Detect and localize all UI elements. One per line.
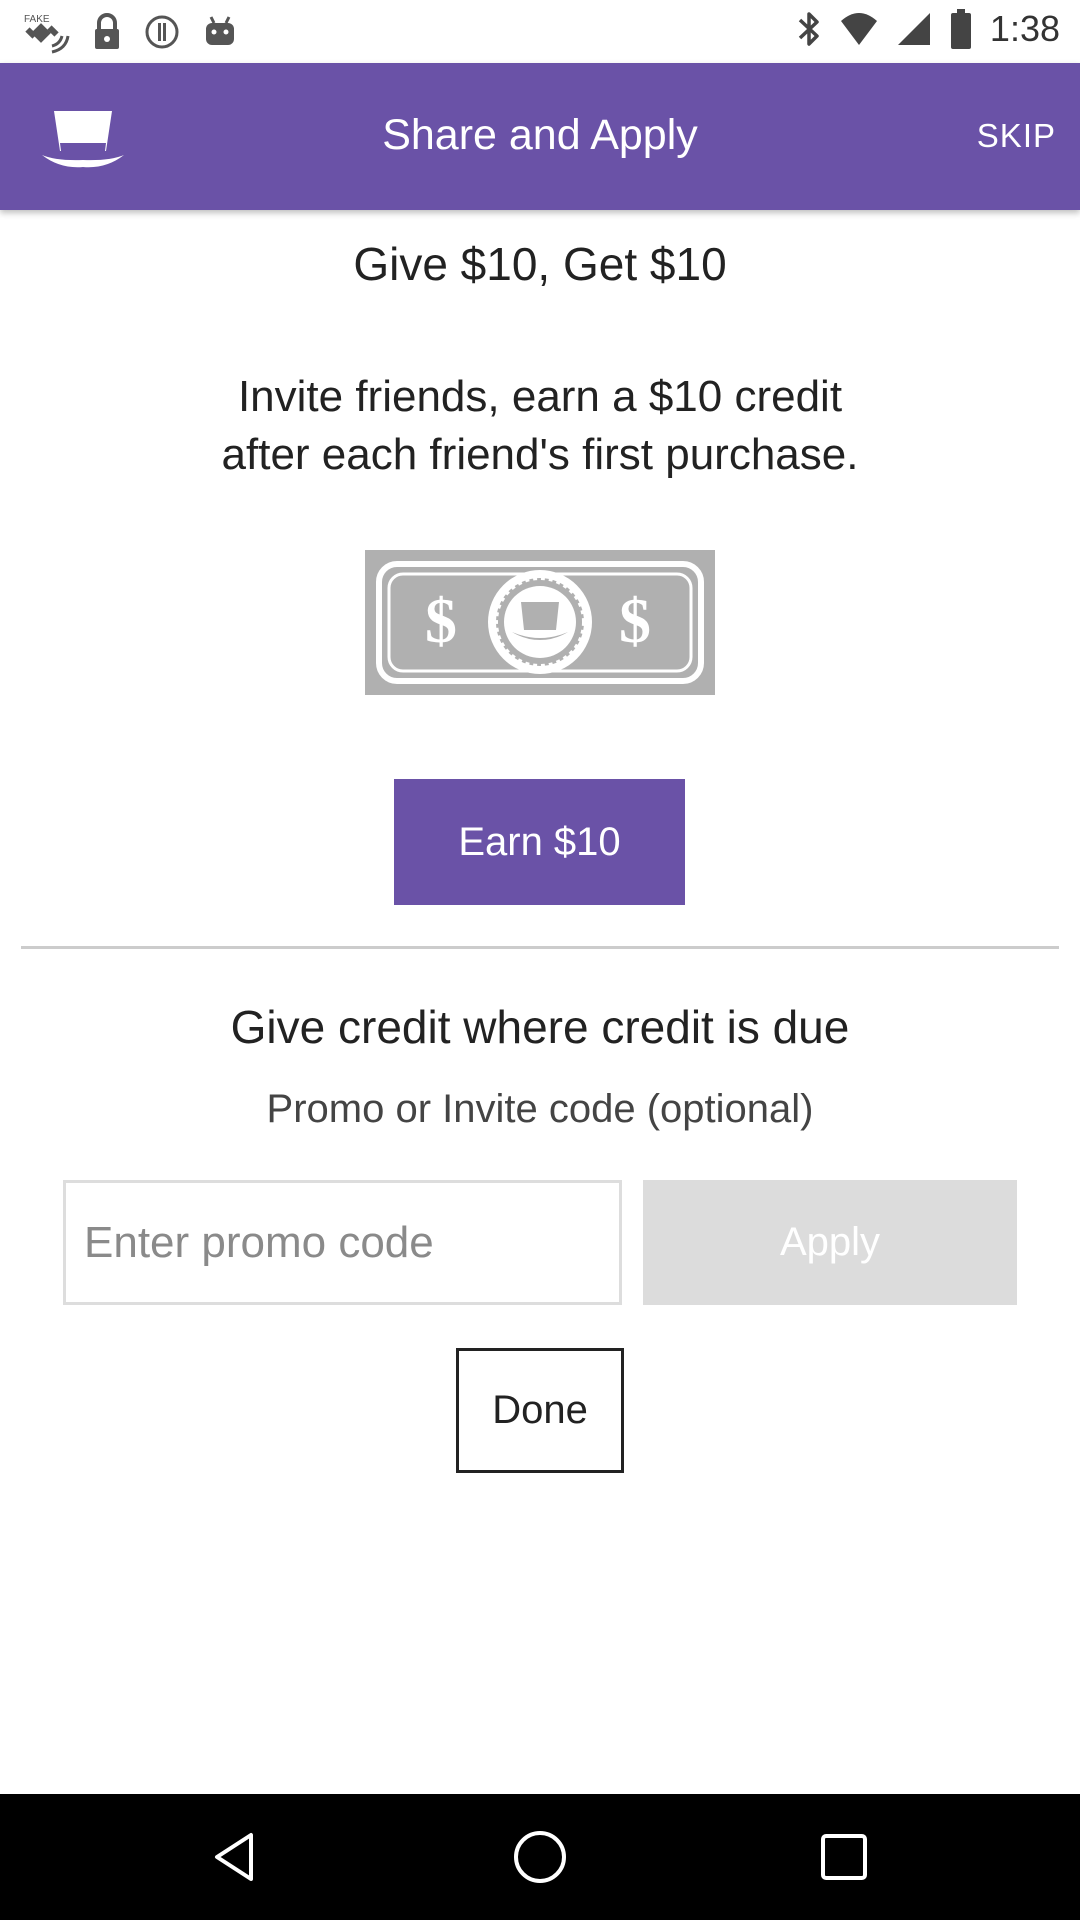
- wifi-icon: [840, 13, 877, 45]
- earn-button[interactable]: Earn $10: [394, 779, 685, 905]
- referral-description: Invite friends, earn a $10 credit after …: [0, 368, 1080, 484]
- android-icon: [206, 16, 234, 45]
- promo-code-input[interactable]: [63, 1180, 622, 1305]
- signal-icon: [897, 13, 930, 45]
- dollar-bill-icon: $ $: [365, 550, 715, 695]
- battery-icon: [950, 9, 971, 49]
- back-triangle-icon[interactable]: [207, 1827, 267, 1887]
- referral-description-line-1: Invite friends, earn a $10 credit: [237, 372, 843, 421]
- promo-section-title: Give credit where credit is due: [230, 1001, 850, 1053]
- bluetooth-icon: [798, 12, 819, 46]
- bill-symbol-right: $: [619, 585, 651, 656]
- apply-button[interactable]: Apply: [643, 1180, 1017, 1305]
- skip-button[interactable]: SKIP: [977, 117, 1056, 155]
- status-left-icons: FAKE: [22, 10, 238, 54]
- info-circle-icon: [145, 15, 179, 49]
- status-bar: FAKE 1:38: [0, 0, 1080, 63]
- done-button[interactable]: Done: [456, 1348, 624, 1473]
- home-circle-icon[interactable]: [510, 1827, 570, 1887]
- navigation-bar: [0, 1794, 1080, 1920]
- promo-field-label: Promo or Invite code (optional): [266, 1087, 814, 1131]
- app-bar: Share and Apply SKIP: [0, 63, 1080, 210]
- recents-square-icon[interactable]: [814, 1827, 874, 1887]
- lock-icon: [95, 13, 119, 49]
- bill-symbol-left: $: [425, 585, 457, 656]
- page-title: Share and Apply: [382, 111, 698, 159]
- status-time: 1:38: [989, 8, 1060, 49]
- svg-text:FAKE: FAKE: [24, 14, 50, 25]
- referral-description-line-2: after each friend's first purchase.: [221, 430, 859, 479]
- section-divider: [21, 946, 1059, 949]
- referral-headline: Give $10, Get $10: [353, 238, 727, 290]
- status-right: 1:38: [796, 8, 1060, 50]
- fake-gps-icon: FAKE: [24, 14, 70, 54]
